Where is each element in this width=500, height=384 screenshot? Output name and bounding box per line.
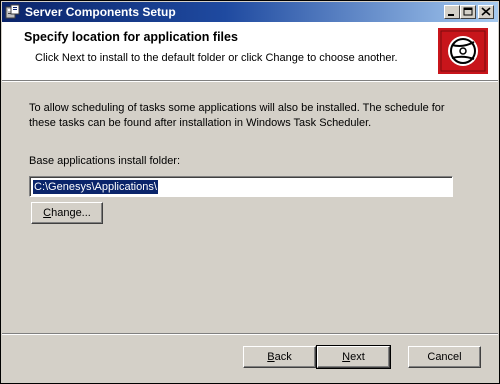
minimize-button[interactable] [444,5,460,19]
setup-dialog-window: Server Components Setup Specify location… [0,0,500,384]
description-text: To allow scheduling of tasks some applic… [29,102,445,129]
close-icon [481,7,491,16]
maximize-button[interactable] [460,5,476,19]
title-bar[interactable]: Server Components Setup [2,2,498,22]
back-mnemonic: B [267,351,275,363]
next-label: ext [350,351,365,363]
page-title: Specify location for application files [24,30,238,44]
next-button[interactable]: Next [316,345,391,369]
minimize-icon [448,14,454,16]
install-folder-input[interactable]: C:\Genesys\Applications\ [29,176,453,197]
back-label: ack [274,351,292,363]
setup-logo-icon [438,28,488,74]
back-button[interactable]: Back [243,346,316,368]
next-mnemonic: N [342,351,351,363]
cancel-button[interactable]: Cancel [408,346,481,368]
installer-app-icon [5,4,20,19]
change-label: hange... [51,207,91,219]
cancel-label: Cancel [427,351,462,363]
page-subtitle: Click Next to install to the default fol… [35,52,398,64]
footer-divider-highlight [2,334,498,335]
window-title: Server Components Setup [25,5,176,19]
change-mnemonic: C [43,207,52,219]
change-button[interactable]: Change... [31,202,103,224]
install-folder-label: Base applications install folder: [29,155,181,167]
maximize-icon [463,7,473,16]
header-banner: Specify location for application files C… [2,22,498,80]
install-folder-value: C:\Genesys\Applications\ [33,180,158,194]
close-button[interactable] [478,5,494,19]
banner-divider-highlight [2,81,498,82]
